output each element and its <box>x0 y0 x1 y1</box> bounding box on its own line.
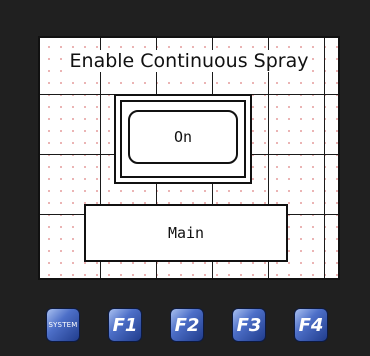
f1-key[interactable]: F1 <box>108 308 142 342</box>
function-key-bar: SYSTEM F1 F2 F3 F4 <box>46 308 346 344</box>
on-button-frame: On <box>114 94 252 184</box>
hmi-bezel: Enable Continuous Spray On Main SYSTEM F… <box>0 0 370 356</box>
main-button[interactable]: Main <box>84 204 288 262</box>
grid-line <box>324 38 325 278</box>
f2-key[interactable]: F2 <box>170 308 204 342</box>
on-button[interactable]: On <box>128 110 238 164</box>
hmi-screen: Enable Continuous Spray On Main <box>38 36 340 280</box>
f4-key[interactable]: F4 <box>294 308 328 342</box>
system-key[interactable]: SYSTEM <box>46 308 80 342</box>
screen-title: Enable Continuous Spray <box>67 50 311 72</box>
f3-key[interactable]: F3 <box>232 308 266 342</box>
